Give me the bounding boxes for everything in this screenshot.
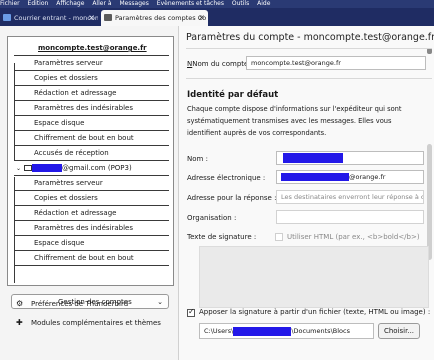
- gear-icon: [104, 14, 112, 21]
- tree-item-receipts[interactable]: Accusés de réception: [14, 146, 169, 161]
- tree-account-gmail[interactable]: ⌄ @gmail.com (POP3): [14, 161, 169, 176]
- use-html-label: Utiliser HTML (par ex., <b>bold</b>): [287, 233, 420, 241]
- tab-inbox-label: Courrier entrant - moncompte: [14, 14, 98, 22]
- tree-item-disk[interactable]: Espace disque: [14, 116, 169, 131]
- tree-item-copies[interactable]: Copies et dossiers: [14, 71, 169, 86]
- menu-messages[interactable]: Messages: [119, 0, 148, 7]
- reply-to-field[interactable]: Les destinataires enverront leur réponse…: [276, 190, 424, 204]
- menu-go[interactable]: Aller à: [92, 0, 111, 7]
- menu-edit[interactable]: Édition: [28, 0, 49, 7]
- account-settings-panel: Paramètres du compte - moncompte.test@or…: [178, 26, 434, 360]
- menu-tools[interactable]: Outils: [232, 0, 249, 7]
- mail-icon: [3, 14, 11, 21]
- tree-item-composition-2[interactable]: Rédaction et adressage: [14, 206, 169, 221]
- divider: [186, 48, 432, 49]
- attach-signature-label: Apposer la signature à partir d'un fichi…: [199, 308, 431, 316]
- signature-textarea[interactable]: [199, 246, 429, 308]
- gear-icon: ⚙: [16, 299, 24, 308]
- page-title: Paramètres du compte - moncompte.test@or…: [186, 32, 434, 43]
- menu-events[interactable]: Évènements et tâches: [157, 0, 224, 7]
- redaction: [281, 173, 349, 181]
- puzzle-icon: ✚: [16, 318, 23, 327]
- divider: [186, 78, 432, 79]
- use-html-checkbox[interactable]: [275, 233, 283, 241]
- redaction: [233, 326, 292, 336]
- thunderbird-preferences-link[interactable]: ⚙ Préférences de Thunderbird: [16, 299, 128, 309]
- tree-item-server[interactable]: Paramètres serveur: [14, 56, 169, 71]
- name-label: Nom :: [187, 155, 208, 163]
- name-field[interactable]: [276, 151, 424, 165]
- tree-item-composition[interactable]: Rédaction et adressage: [14, 86, 169, 101]
- attach-signature-checkbox[interactable]: [187, 307, 195, 317]
- tab-account-settings-label: Paramètres des comptes Co: [115, 14, 207, 22]
- signature-file-path[interactable]: C:\Users\ \Documents\Blocs: [199, 323, 374, 339]
- account-name-field[interactable]: moncompte.test@orange.fr: [246, 56, 426, 70]
- choose-file-button[interactable]: Choisir...: [378, 323, 420, 339]
- mail-icon: [24, 165, 32, 171]
- tree-item-junk[interactable]: Paramètres des indésirables: [14, 101, 169, 116]
- email-field[interactable]: @orange.fr: [276, 170, 424, 184]
- menu-help[interactable]: Aide: [257, 0, 270, 7]
- tree-item-e2ee[interactable]: Chiffrement de bout en bout: [14, 131, 169, 146]
- tree-account-orange[interactable]: moncompte.test@orange.fr: [14, 41, 169, 56]
- close-icon[interactable]: ×: [88, 10, 95, 26]
- redaction: [32, 164, 62, 172]
- organization-field[interactable]: [276, 210, 424, 224]
- identity-description: Chaque compte dispose d'informations sur…: [187, 105, 402, 137]
- tab-account-settings[interactable]: Paramètres des comptes Co ×: [101, 10, 208, 26]
- tab-bar: Courrier entrant - moncompte × Paramètre…: [0, 8, 434, 26]
- organization-label: Organisation :: [187, 214, 237, 222]
- chevron-down-icon[interactable]: ⌄: [16, 161, 21, 175]
- tab-inbox[interactable]: Courrier entrant - moncompte ×: [0, 10, 98, 26]
- signature-text-label: Texte de signature :: [187, 233, 257, 241]
- tree-item-e2ee-2[interactable]: Chiffrement de bout en bout: [14, 251, 169, 266]
- menu-view[interactable]: Affichage: [56, 0, 84, 7]
- tree-item-server-2[interactable]: Paramètres serveur: [14, 176, 169, 191]
- chevron-down-icon: ⌄: [157, 298, 163, 306]
- menu-bar: Fichier Édition Affichage Aller à Messag…: [0, 0, 434, 8]
- scrollbar-thumb[interactable]: [427, 144, 432, 260]
- close-icon[interactable]: ×: [198, 10, 205, 26]
- account-tree[interactable]: moncompte.test@orange.fr Paramètres serv…: [7, 36, 174, 286]
- menu-file[interactable]: Fichier: [0, 0, 20, 7]
- tree-item-disk-2[interactable]: Espace disque: [14, 236, 169, 251]
- tree-item-junk-2[interactable]: Paramètres des indésirables: [14, 221, 169, 236]
- tree-item-copies-2[interactable]: Copies et dossiers: [14, 191, 169, 206]
- addons-themes-link[interactable]: ✚ Modules complémentaires et thèmes: [16, 318, 161, 328]
- email-label: Adresse électronique :: [187, 174, 266, 182]
- reply-to-label: Adresse pour la réponse :: [187, 194, 277, 202]
- redaction: [283, 153, 343, 163]
- identity-section-title: Identité par défaut: [187, 90, 279, 100]
- account-sidebar: moncompte.test@orange.fr Paramètres serv…: [0, 26, 178, 360]
- account-name-label: NNom du compte :: [187, 60, 253, 68]
